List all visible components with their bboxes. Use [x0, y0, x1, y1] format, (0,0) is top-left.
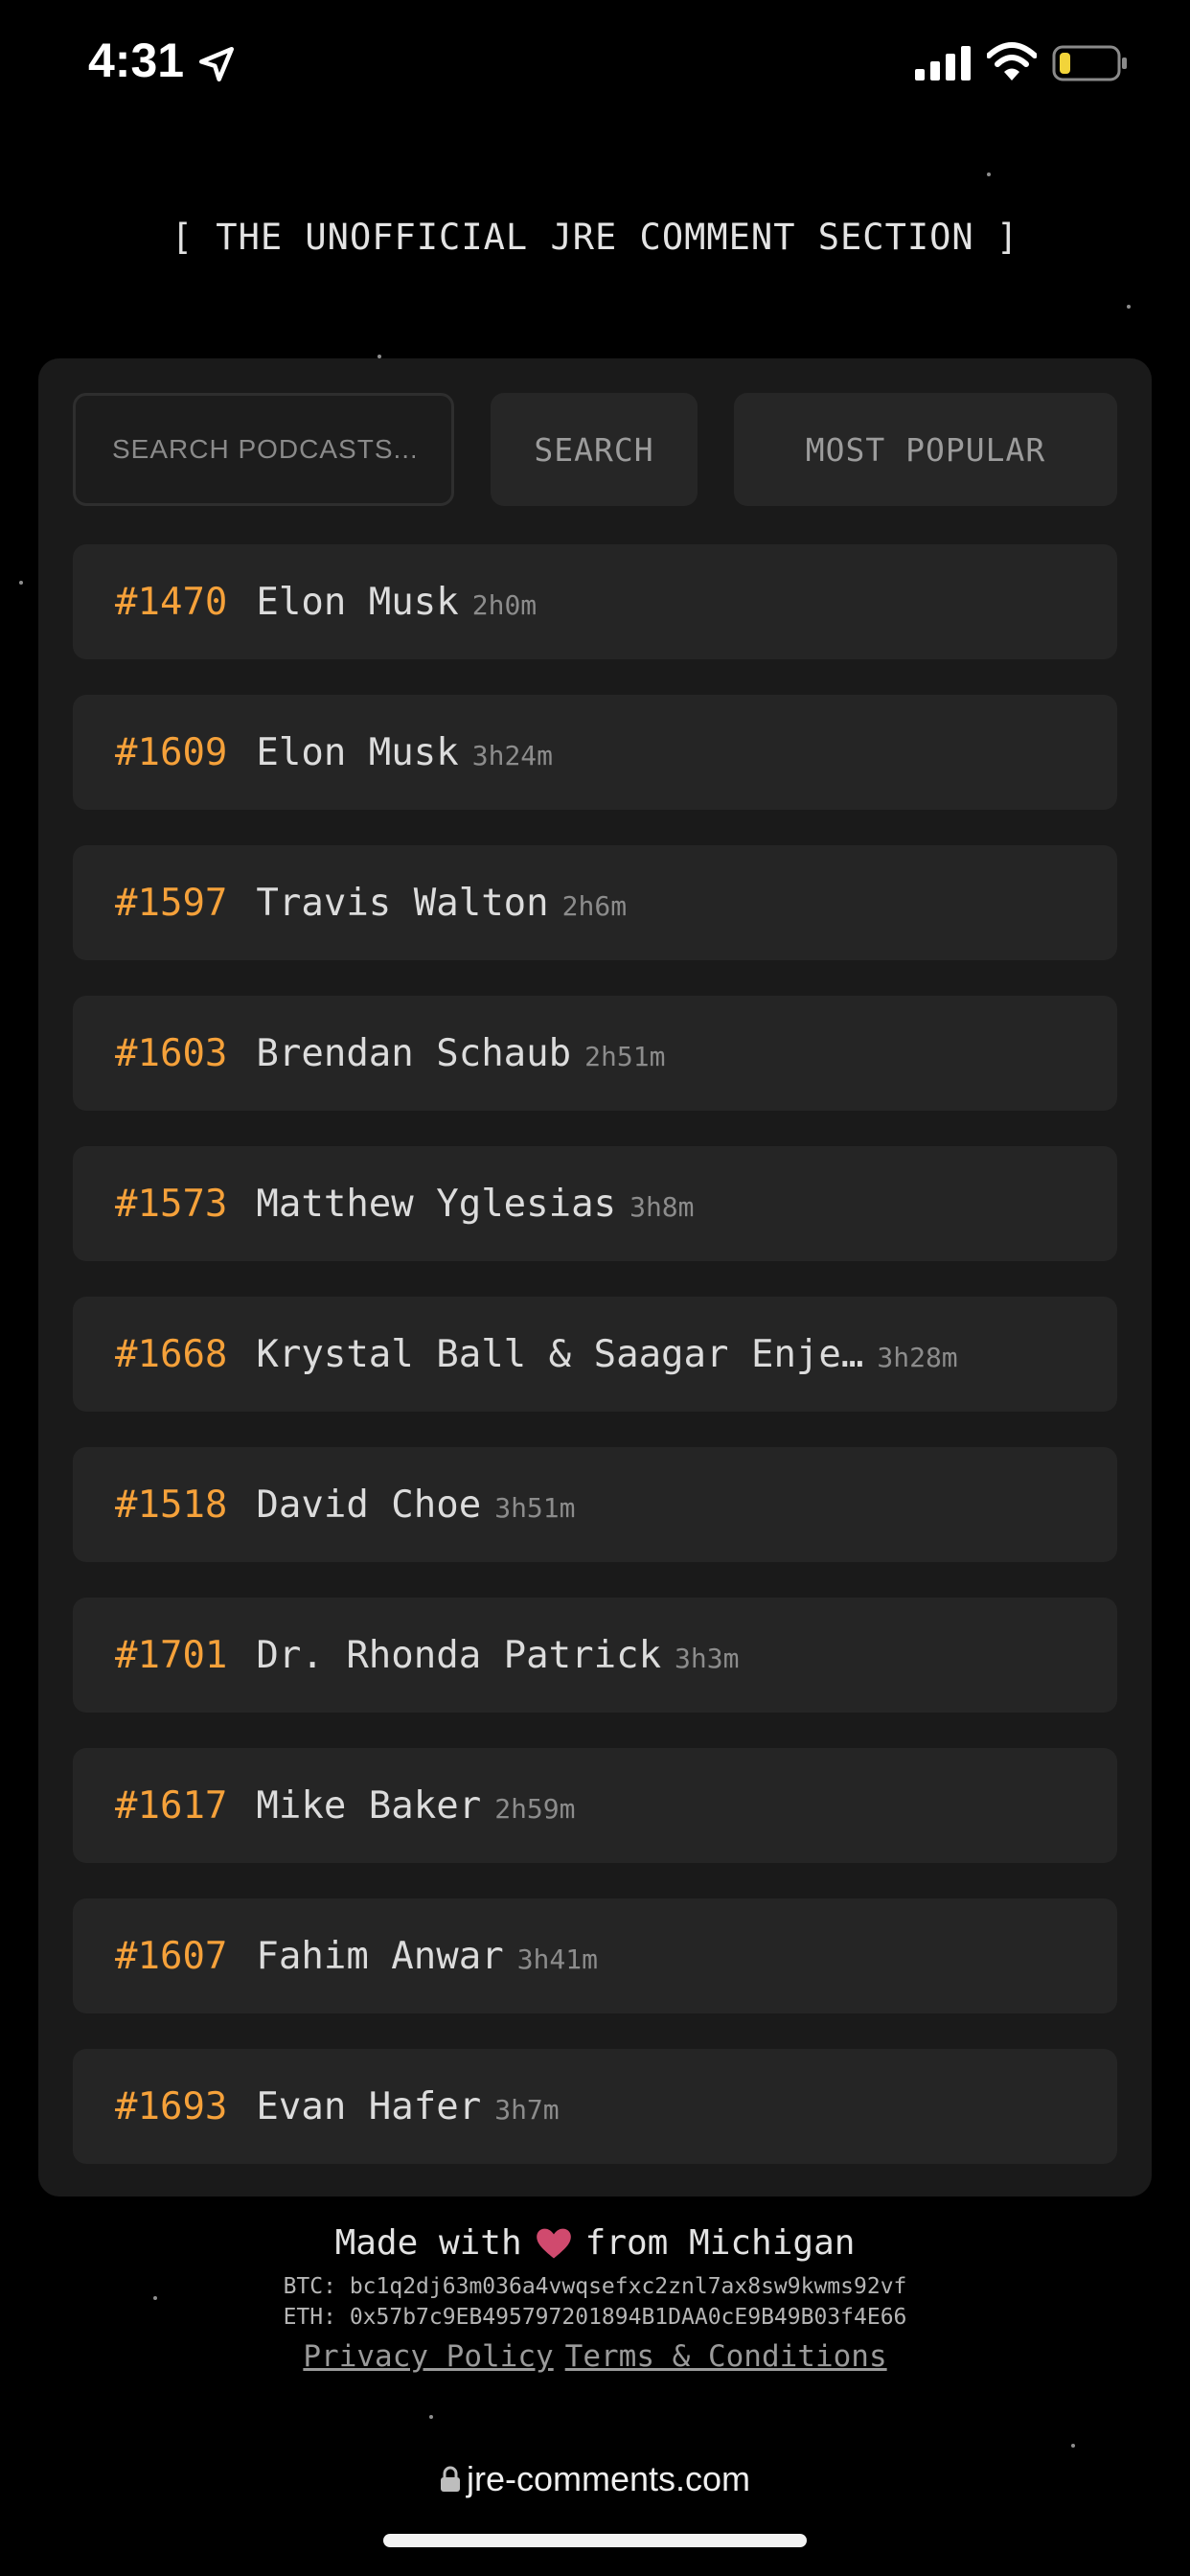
episode-duration: 3h24m — [471, 739, 554, 771]
episode-row[interactable]: #1597 Travis Walton 2h6m — [73, 845, 1117, 960]
episode-guest: Matthew Yglesias — [256, 1182, 617, 1226]
episode-row[interactable]: #1609 Elon Musk 3h24m — [73, 695, 1117, 810]
made-with-prefix: Made with — [334, 2223, 522, 2263]
episode-row[interactable]: #1668 Krystal Ball & Saagar Enje… 3h28m — [73, 1297, 1117, 1412]
eth-address: ETH: 0x57b7c9EB495797201894B1DAA0cE9B49B… — [283, 2305, 907, 2330]
episode-duration: 2h59m — [494, 1792, 576, 1825]
episode-row[interactable]: #1701 Dr. Rhonda Patrick 3h3m — [73, 1598, 1117, 1713]
episode-duration: 3h51m — [494, 1491, 576, 1524]
site-title: [ THE UNOFFICIAL JRE COMMENT SECTION ] — [171, 217, 1019, 258]
terms-conditions-link[interactable]: Terms & Conditions — [565, 2339, 887, 2374]
privacy-policy-link[interactable]: Privacy Policy — [303, 2339, 553, 2374]
episode-guest: Evan Hafer — [256, 2084, 482, 2128]
status-bar: 4:31 — [0, 0, 1190, 129]
made-with-line: Made with from Michigan — [0, 2223, 1190, 2263]
wifi-icon — [987, 42, 1037, 80]
episode-number: #1668 — [115, 1332, 228, 1376]
episode-row[interactable]: #1518 David Choe 3h51m — [73, 1447, 1117, 1562]
location-arrow-icon — [198, 46, 235, 82]
episode-row[interactable]: #1573 Matthew Yglesias 3h8m — [73, 1146, 1117, 1261]
episode-duration: 3h28m — [877, 1341, 958, 1373]
episode-number: #1607 — [115, 1934, 228, 1978]
search-podcasts-input[interactable] — [73, 393, 454, 506]
episode-guest: Brendan Schaub — [256, 1031, 572, 1075]
episode-duration: 2h0m — [471, 588, 538, 621]
episode-guest: Dr. Rhonda Patrick — [256, 1633, 662, 1677]
episode-duration: 3h3m — [675, 1642, 740, 1674]
episode-number: #1693 — [115, 2084, 228, 2128]
episode-row[interactable]: #1470 Elon Musk 2h0m — [73, 544, 1117, 659]
episode-guest: David Choe — [256, 1483, 482, 1527]
episode-duration: 2h6m — [561, 889, 628, 922]
episode-duration: 3h8m — [629, 1190, 695, 1223]
episode-number: #1617 — [115, 1783, 228, 1828]
footer: Made with from Michigan BTC: bc1q2dj63m0… — [0, 2223, 1190, 2374]
btc-address: BTC: bc1q2dj63m036a4vwqsefxc2znl7ax8sw9k… — [283, 2274, 907, 2299]
made-with-suffix: from Michigan — [584, 2223, 856, 2263]
episode-list: #1470 Elon Musk 2h0m #1609 Elon Musk 3h2… — [73, 544, 1117, 2199]
episode-guest: Travis Walton — [256, 881, 549, 925]
episode-guest: Elon Musk — [256, 580, 459, 624]
episode-guest: Mike Baker — [256, 1783, 482, 1828]
episode-guest: Fahim Anwar — [256, 1934, 504, 1978]
episode-number: #1603 — [115, 1031, 228, 1075]
episode-row[interactable]: #1693 Evan Hafer 3h7m — [73, 2049, 1117, 2164]
episode-number: #1701 — [115, 1633, 228, 1677]
episode-duration: 3h7m — [494, 2093, 560, 2126]
most-popular-button[interactable]: MOST POPULAR — [734, 393, 1117, 506]
episode-row[interactable]: #1607 Fahim Anwar 3h41m — [73, 1898, 1117, 2013]
episode-row[interactable]: #1617 Mike Baker 2h59m — [73, 1748, 1117, 1863]
episode-guest: Krystal Ball & Saagar Enje… — [256, 1332, 864, 1376]
episode-number: #1470 — [115, 580, 228, 624]
episode-duration: 3h41m — [516, 1943, 598, 1975]
url-text: jre-comments.com — [466, 2459, 751, 2498]
search-button[interactable]: SEARCH — [491, 393, 698, 506]
home-indicator[interactable] — [383, 2534, 807, 2547]
episode-number: #1518 — [115, 1483, 228, 1527]
lock-icon — [440, 2466, 460, 2492]
episode-guest: Elon Musk — [256, 730, 459, 774]
episode-number: #1609 — [115, 730, 228, 774]
status-time: 4:31 — [88, 34, 185, 87]
episode-duration: 2h51m — [584, 1040, 666, 1072]
signal-icon — [915, 46, 971, 80]
episode-row[interactable]: #1603 Brendan Schaub 2h51m — [73, 996, 1117, 1111]
browser-url-bar[interactable]: jre-comments.com — [0, 2459, 1190, 2499]
episode-number: #1573 — [115, 1182, 228, 1226]
battery-icon — [1052, 45, 1127, 81]
heart-icon — [536, 2228, 571, 2258]
footer-links: Privacy Policy Terms & Conditions — [0, 2339, 1190, 2374]
podcast-panel: SEARCH MOST POPULAR #1470 Elon Musk 2h0m… — [38, 358, 1152, 2196]
episode-number: #1597 — [115, 881, 228, 925]
